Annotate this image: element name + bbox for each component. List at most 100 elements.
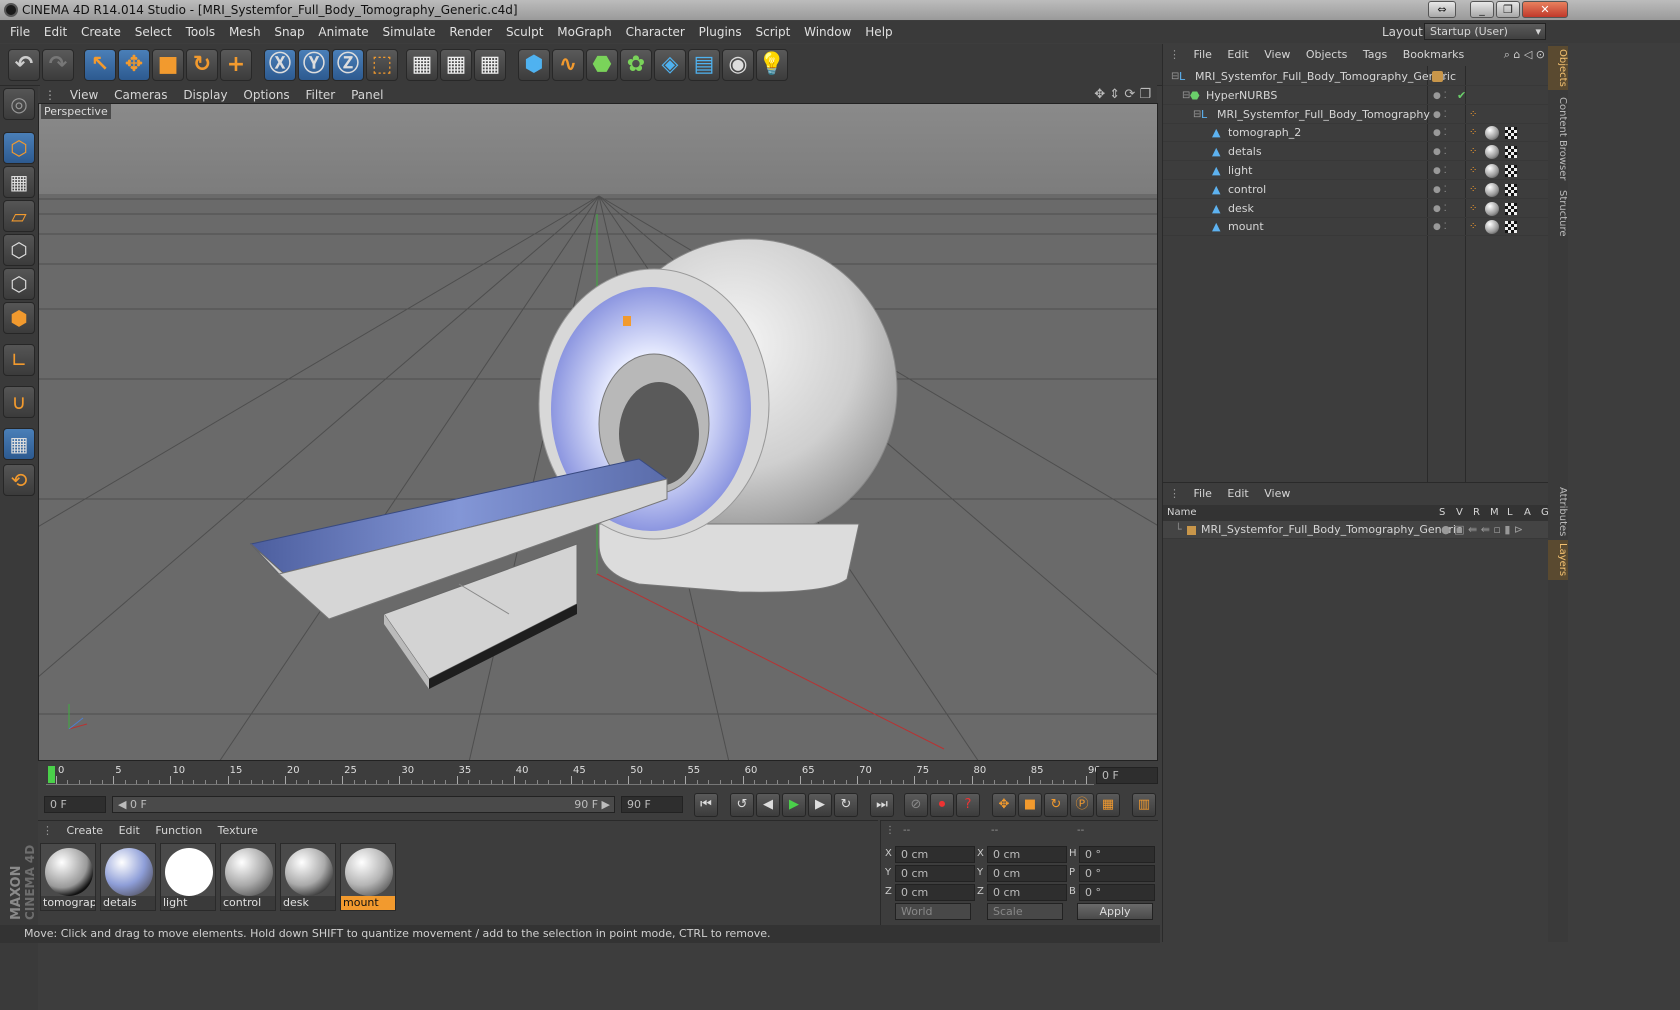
phong-tag-icon[interactable]: ⁘ bbox=[1469, 200, 1477, 218]
viewport-menu-options[interactable]: Options bbox=[243, 88, 289, 102]
polygons-mode-icon[interactable]: ⬢ bbox=[3, 302, 35, 334]
viewport-menu-display[interactable]: Display bbox=[183, 88, 227, 102]
material-menu-create[interactable]: Create bbox=[67, 824, 104, 837]
menu-character[interactable]: Character bbox=[626, 25, 685, 39]
minimize-button[interactable]: _ bbox=[1470, 1, 1494, 18]
start-frame-field[interactable]: 0 F bbox=[44, 796, 106, 813]
size-x-field[interactable]: 0 cm bbox=[987, 846, 1067, 863]
texture-tag-icon[interactable] bbox=[1505, 165, 1517, 177]
object-row[interactable]: ▲ detals ● ⁚ ⁘ bbox=[1163, 143, 1549, 162]
tab-structure[interactable]: Structure bbox=[1548, 188, 1568, 238]
light-bulb-icon[interactable]: 💡 bbox=[756, 49, 788, 81]
cube-object-icon[interactable]: ⬢ bbox=[518, 49, 550, 81]
material-swatch[interactable]: control bbox=[220, 843, 276, 911]
layers-menu-view[interactable]: View bbox=[1264, 487, 1290, 500]
visibility-dots-icon[interactable]: ● ⁚ bbox=[1433, 106, 1447, 124]
menu-simulate[interactable]: Simulate bbox=[383, 25, 436, 39]
position-z-field[interactable]: 0 cm bbox=[895, 884, 975, 901]
object-row[interactable]: ▲ control ● ⁚ ⁘ bbox=[1163, 181, 1549, 199]
material-tag-icon[interactable] bbox=[1485, 145, 1499, 160]
visibility-dots-icon[interactable]: ● ⁚ bbox=[1433, 143, 1447, 161]
material-swatch[interactable]: detals bbox=[100, 843, 156, 911]
menu-sculpt[interactable]: Sculpt bbox=[506, 25, 543, 39]
layout-select[interactable]: Startup (User) ▾ bbox=[1424, 23, 1546, 40]
visibility-dots-icon[interactable]: ● ⁚ bbox=[1433, 162, 1447, 180]
z-axis-lock-icon[interactable]: Ⓩ bbox=[332, 49, 364, 81]
play-forward-icon[interactable]: ▶ bbox=[782, 793, 806, 817]
current-frame-field[interactable]: 0 F bbox=[1096, 767, 1158, 784]
viewport-navigation-icons[interactable]: ✥ ⇕ ⟳ ❐ bbox=[1094, 85, 1151, 105]
object-row[interactable]: ▲ light ● ⁚ ⁘ bbox=[1163, 162, 1549, 180]
search-icon[interactable]: ⌕ ⌂ ◁ ⊙ bbox=[1504, 44, 1545, 66]
end-frame-field[interactable]: 90 F bbox=[621, 796, 683, 813]
layers-menu-file[interactable]: File bbox=[1194, 487, 1212, 500]
material-tag-icon[interactable] bbox=[1485, 126, 1499, 141]
render-settings-icon[interactable]: ▦ bbox=[474, 49, 506, 81]
locked-workplane-icon[interactable]: ⟲ bbox=[3, 464, 35, 496]
record-keys-icon[interactable]: ⊘ bbox=[904, 793, 928, 817]
objects-menu-view[interactable]: View bbox=[1264, 48, 1290, 61]
menu-script[interactable]: Script bbox=[755, 25, 790, 39]
tab-objects[interactable]: Objects bbox=[1548, 46, 1568, 90]
snap-magnet-icon[interactable]: ∪ bbox=[3, 386, 35, 418]
fullscreen-button[interactable]: ⇔ bbox=[1428, 1, 1456, 18]
previous-key-icon[interactable]: ↺ bbox=[730, 793, 754, 817]
objects-menu-tags[interactable]: Tags bbox=[1363, 48, 1387, 61]
phong-tag-icon[interactable]: ⁘ bbox=[1469, 162, 1477, 180]
timeline-window-icon[interactable]: ▥ bbox=[1132, 793, 1156, 817]
layers-menu-edit[interactable]: Edit bbox=[1227, 487, 1248, 500]
key-pla-icon[interactable]: ▦ bbox=[1096, 793, 1120, 817]
axis-mode-icon[interactable]: ∟ bbox=[3, 344, 35, 376]
layer-col-render[interactable]: R bbox=[1473, 505, 1480, 521]
subdivision-surface-icon[interactable]: ⬣ bbox=[586, 49, 618, 81]
menu-tools[interactable]: Tools bbox=[186, 25, 216, 39]
menu-window[interactable]: Window bbox=[804, 25, 851, 39]
key-scale-icon[interactable]: ■ bbox=[1018, 793, 1042, 817]
objects-menu-file[interactable]: File bbox=[1194, 48, 1212, 61]
material-tag-icon[interactable] bbox=[1485, 201, 1499, 216]
goto-start-icon[interactable]: ⏮ bbox=[694, 793, 718, 817]
goto-end-icon[interactable]: ⏭ bbox=[870, 793, 894, 817]
material-tag-icon[interactable] bbox=[1485, 220, 1499, 235]
key-rotation-icon[interactable]: ↻ bbox=[1044, 793, 1068, 817]
deformer-icon[interactable]: ◈ bbox=[654, 49, 686, 81]
material-menu-texture[interactable]: Texture bbox=[218, 824, 258, 837]
restore-button[interactable]: ❐ bbox=[1496, 1, 1520, 18]
phong-tag-icon[interactable]: ⁘ bbox=[1469, 106, 1477, 124]
layer-col-view[interactable]: V bbox=[1456, 505, 1463, 521]
y-axis-lock-icon[interactable]: Ⓨ bbox=[298, 49, 330, 81]
menu-plugins[interactable]: Plugins bbox=[699, 25, 742, 39]
visibility-dots-icon[interactable]: ● ⁚ bbox=[1433, 200, 1447, 218]
object-row[interactable]: ⊟ ⬣ HyperNURBS ● ⁚ ✔ bbox=[1163, 87, 1549, 105]
object-row[interactable]: ⊟ L MRI_Systemfor_Full_Body_Tomography ● ⁚ ⁘ bbox=[1163, 106, 1549, 124]
keyframe-selection-icon[interactable]: ? bbox=[956, 793, 980, 817]
render-view-icon[interactable]: ▦ bbox=[406, 49, 438, 81]
texture-tag-icon[interactable] bbox=[1505, 221, 1517, 234]
menu-create[interactable]: Create bbox=[81, 25, 121, 39]
object-row[interactable]: ▲ desk ● ⁚ ⁘ bbox=[1163, 200, 1549, 218]
tab-content-browser[interactable]: Content Browser bbox=[1548, 94, 1568, 184]
coordinate-system-icon[interactable]: ⬚ bbox=[366, 49, 398, 81]
rotate-tool-icon[interactable]: ↻ bbox=[186, 49, 218, 81]
rotation-b-field[interactable]: 0 ° bbox=[1079, 884, 1155, 901]
render-picture-viewer-icon[interactable]: ▦ bbox=[440, 49, 472, 81]
make-editable-icon[interactable]: ◎ bbox=[3, 88, 35, 120]
move-tool-icon[interactable]: ✥ bbox=[118, 49, 150, 81]
size-y-field[interactable]: 0 cm bbox=[987, 865, 1067, 882]
material-menu-edit[interactable]: Edit bbox=[119, 824, 140, 837]
playhead-marker[interactable] bbox=[48, 766, 55, 783]
layer-col-manager[interactable]: M bbox=[1490, 505, 1499, 521]
tab-attributes[interactable]: Attributes bbox=[1548, 484, 1568, 540]
texture-tag-icon[interactable] bbox=[1505, 183, 1517, 196]
layer-name-column[interactable]: Name bbox=[1167, 505, 1197, 521]
points-mode-icon[interactable]: ⬡ bbox=[3, 234, 35, 266]
layer-col-locked[interactable]: L bbox=[1507, 505, 1513, 521]
next-frame-icon[interactable]: ▶ bbox=[808, 793, 832, 817]
tab-layers[interactable]: Layers bbox=[1548, 540, 1568, 580]
live-selection-icon[interactable]: ↖ bbox=[84, 49, 116, 81]
position-x-field[interactable]: 0 cm bbox=[895, 846, 975, 863]
visibility-dots-icon[interactable]: ● ⁚ bbox=[1433, 124, 1447, 142]
undo-icon[interactable]: ↶ bbox=[8, 49, 40, 81]
check-icon[interactable]: ✔ bbox=[1457, 87, 1466, 105]
material-swatch[interactable]: desk bbox=[280, 843, 336, 911]
